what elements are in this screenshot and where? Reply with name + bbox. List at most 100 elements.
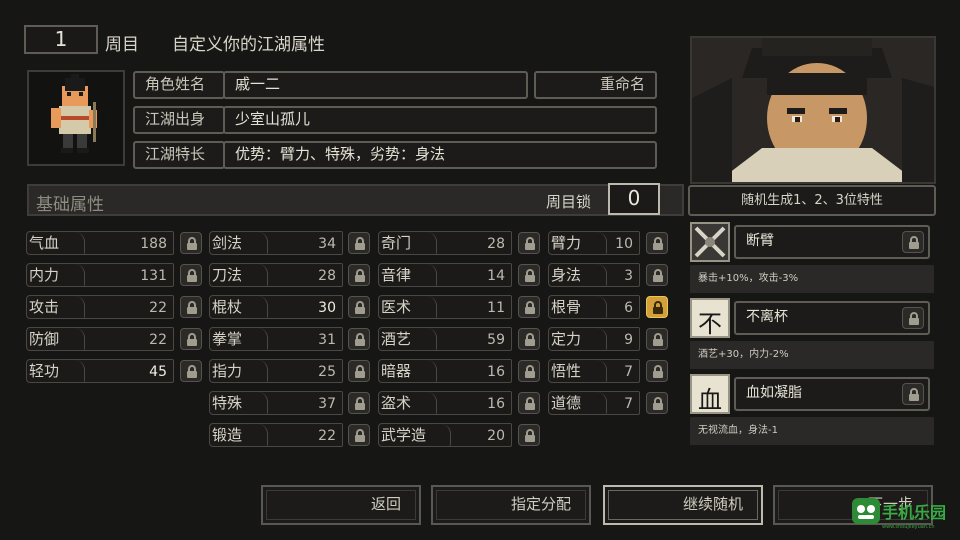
stat-lock-button[interactable] [348,424,370,446]
trait-lock-button[interactable] [902,307,924,329]
stat-row: 盗术 16 [378,391,512,415]
stat-lock-button[interactable] [348,360,370,382]
character-portrait [690,36,936,184]
stat-row: 医术 11 [378,295,512,319]
stat-name: 指力 [212,362,243,380]
stat-row: 酒艺 59 [378,327,512,351]
stat-lock-button[interactable] [518,232,540,254]
stat-row: 根骨 6 [548,295,640,319]
stat-value: 30 [318,300,336,316]
stat-lock-button[interactable] [518,296,540,318]
stat-row: 武学造 20 [378,423,512,447]
stat-lock-button[interactable] [180,296,202,318]
stat-row: 棍杖 30 [209,295,343,319]
watermark-logo-icon: 手机乐园 www.shoujileyuan.cn [852,498,946,530]
stat-value: 37 [318,396,336,412]
crossed-arms-icon [694,226,726,258]
trait-lock-button[interactable] [902,383,924,405]
lock-icon [355,333,365,346]
stat-value: 45 [149,364,167,380]
origin-field: 少室山孤儿 [223,106,657,134]
trait-name: 血如凝脂 [734,377,930,411]
stat-lock-button[interactable] [646,392,668,414]
origin-label: 江湖出身 [133,106,225,134]
lock-icon [355,301,365,314]
stat-lock-button[interactable] [348,296,370,318]
stat-name: 定力 [551,330,582,348]
stat-name: 道德 [551,394,582,412]
stat-lock-button[interactable] [518,360,540,382]
stat-name: 内力 [29,266,60,284]
stat-value: 59 [487,332,505,348]
stat-lock-button[interactable] [180,328,202,350]
stat-name: 武学造 [381,426,427,444]
trait-name-text: 血如凝脂 [746,385,802,401]
lock-icon [187,301,197,314]
stat-lock-button[interactable] [348,232,370,254]
stat-lock-button[interactable] [518,392,540,414]
lock-icon [653,333,663,346]
character-avatar [27,70,125,166]
specialty-field: 优势：臂力、特殊，劣势：身法 [223,141,657,169]
lock-icon [525,333,535,346]
stat-lock-button[interactable] [180,360,202,382]
lock-icon [653,269,663,282]
trait-name: 不离杯 [734,301,930,335]
stat-row: 悟性 7 [548,359,640,383]
stat-lock-button[interactable] [646,264,668,286]
char-xue-icon: 血 [690,374,730,414]
reroll-button[interactable]: 继续随机 [603,485,763,525]
lock-icon [909,388,919,401]
stat-name: 防御 [29,330,60,348]
stat-lock-button[interactable] [518,264,540,286]
name-field[interactable]: 戚一二 [223,71,528,99]
stat-name: 盗术 [381,394,412,412]
stat-lock-button[interactable] [348,392,370,414]
lock-icon [187,365,197,378]
stat-row: 锻造 22 [209,423,343,447]
rename-button[interactable]: 重命名 [534,71,657,99]
stat-lock-button[interactable] [646,296,668,318]
stat-name: 医术 [381,298,412,316]
lock-icon [525,397,535,410]
stat-value: 14 [487,268,505,284]
trait-description: 暴击+10%，攻击-3% [690,265,934,293]
lock-icon [187,237,197,250]
stat-lock-button[interactable] [646,360,668,382]
stat-name: 棍杖 [212,298,243,316]
trait-name-text: 断臂 [746,233,774,249]
assign-button[interactable]: 指定分配 [431,485,591,525]
stat-value: 9 [624,332,633,348]
stat-lock-button[interactable] [180,264,202,286]
lock-icon [187,269,197,282]
stat-value: 3 [624,268,633,284]
stat-lock-button[interactable] [348,328,370,350]
stat-name: 锻造 [212,426,243,444]
stat-name: 奇门 [381,234,412,252]
stat-row: 道德 7 [548,391,640,415]
stat-lock-button[interactable] [646,232,668,254]
round-number-box: 1 [24,25,98,54]
stat-lock-button[interactable] [646,328,668,350]
back-button[interactable]: 返回 [261,485,421,525]
stat-row: 暗器 16 [378,359,512,383]
name-label: 角色姓名 [133,71,225,99]
stat-row: 奇门 28 [378,231,512,255]
stat-value: 31 [318,332,336,348]
stat-name: 暗器 [381,362,412,380]
stat-value: 10 [615,236,633,252]
stat-lock-button[interactable] [180,232,202,254]
stat-row: 定力 9 [548,327,640,351]
stat-value: 131 [140,268,167,284]
stat-row: 指力 25 [209,359,343,383]
round-label: 周目 [105,35,139,55]
stat-lock-button[interactable] [518,328,540,350]
stat-value: 22 [318,428,336,444]
stat-value: 28 [487,236,505,252]
trait-lock-button[interactable] [902,231,924,253]
round-lock-count: 0 [608,183,660,215]
stat-lock-button[interactable] [518,424,540,446]
stat-name: 身法 [551,266,582,284]
stat-lock-button[interactable] [348,264,370,286]
base-attributes-title: 基础属性 [36,195,104,215]
